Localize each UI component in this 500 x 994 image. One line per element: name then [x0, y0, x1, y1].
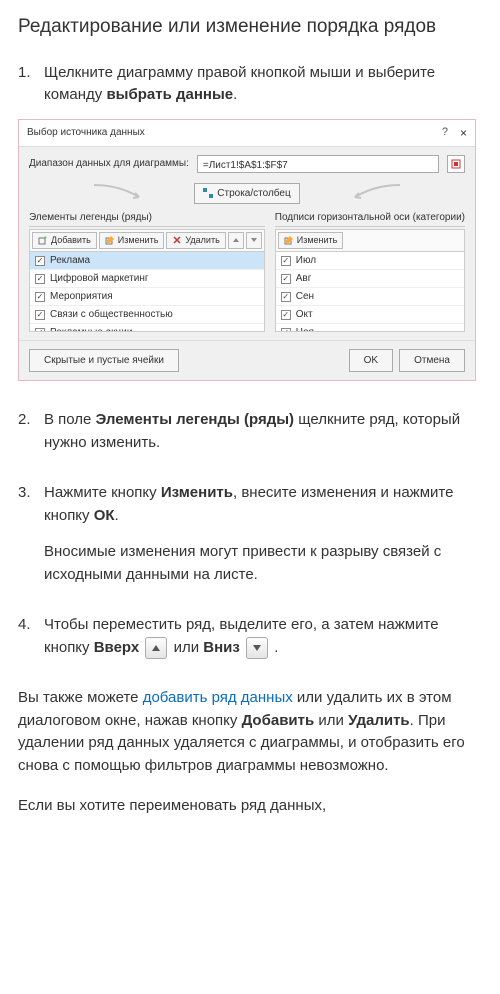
list-item-label: Мероприятия [50, 289, 113, 304]
list-item[interactable]: ✓ Июл [276, 252, 464, 270]
switch-row-column-button[interactable]: Строка/столбец [194, 183, 299, 204]
step-3-text-a: Нажмите кнопку [44, 484, 161, 501]
checkbox-icon[interactable]: ✓ [35, 274, 45, 284]
swap-arrow-right-icon [345, 183, 405, 203]
step-3-bold-ok: ОК [94, 507, 115, 524]
step-4-text-e: . [274, 639, 278, 656]
page-title: Редактирование или изменение порядка ряд… [18, 14, 482, 40]
legend-entries-list[interactable]: ✓ Реклама ✓ Цифровой маркетинг ✓ Мероприяти… [29, 252, 265, 332]
switch-row-column-label: Строка/столбец [217, 186, 290, 201]
svg-text:+: + [43, 235, 47, 242]
axis-labels-list[interactable]: ✓ Июл ✓ Авг ✓ Сен ✓ Окт ✓ Ноя [275, 252, 465, 332]
list-item[interactable]: ✓ Реклама [30, 252, 264, 270]
step-3-bold-edit: Изменить [161, 484, 233, 501]
triangle-up-icon [152, 645, 160, 651]
list-item[interactable]: ✓ Цифровой маркетинг [30, 270, 264, 288]
footer-p1-d: или [314, 712, 348, 729]
footer-p1-remove: Удалить [348, 712, 410, 729]
remove-series-label: Удалить [185, 234, 219, 248]
ok-button[interactable]: OK [349, 349, 393, 372]
list-item-label: Окт [296, 307, 313, 322]
dialog-titlebar: Выбор источника данных ? × [19, 120, 475, 147]
list-item[interactable]: ✓ Авг [276, 270, 464, 288]
dialog-title: Выбор источника данных [27, 125, 145, 140]
footer-p1-add: Добавить [242, 712, 315, 729]
list-item[interactable]: ✓ Ноя [276, 324, 464, 332]
step-4-text-c: или [174, 639, 204, 656]
edit-icon [284, 235, 294, 245]
cancel-button[interactable]: Отмена [399, 349, 465, 372]
checkbox-icon[interactable]: ✓ [35, 328, 45, 333]
checkbox-icon[interactable]: ✓ [35, 292, 45, 302]
step-3-text-e: . [115, 507, 119, 524]
list-item-label: Июл [296, 253, 316, 268]
step-2-bold: Элементы легенды (ряды) [96, 411, 294, 428]
list-item-label: Сен [296, 289, 314, 304]
select-data-source-dialog: Выбор источника данных ? × Диапазон данн… [18, 119, 476, 382]
legend-entries-header: Элементы легенды (ряды) [29, 210, 265, 227]
add-series-label: Добавить [51, 234, 91, 248]
triangle-up-icon [233, 238, 239, 242]
edit-icon [105, 235, 115, 245]
step-4-bold-up: Вверх [94, 639, 140, 656]
up-arrow-button[interactable] [145, 637, 167, 659]
list-item-label: Реклама [50, 253, 90, 268]
list-item[interactable]: ✓ Мероприятия [30, 288, 264, 306]
list-item-label: Связи с общественностью [50, 307, 173, 322]
footer-p1-a: Вы также можете [18, 689, 143, 706]
checkbox-icon[interactable]: ✓ [281, 310, 291, 320]
step-1-text-a: Щелкните диаграмму правой кнопкой мыши и… [44, 64, 435, 104]
checkbox-icon[interactable]: ✓ [281, 274, 291, 284]
edit-series-button[interactable]: Изменить [99, 232, 165, 250]
close-icon[interactable]: × [460, 124, 467, 142]
step-3-note: Вносимые изменения могут привести к разр… [44, 541, 482, 586]
help-icon[interactable]: ? [442, 124, 448, 141]
step-4: Чтобы переместить ряд, выделите его, а з… [18, 614, 482, 659]
edit-axis-button[interactable]: Изменить [278, 232, 344, 250]
checkbox-icon[interactable]: ✓ [281, 292, 291, 302]
remove-series-button[interactable]: Удалить [166, 232, 225, 250]
remove-icon [172, 235, 182, 245]
step-4-bold-down: Вниз [203, 639, 240, 656]
checkbox-icon[interactable]: ✓ [35, 310, 45, 320]
move-down-button[interactable] [246, 232, 262, 250]
edit-series-label: Изменить [118, 234, 159, 248]
checkbox-icon[interactable]: ✓ [281, 328, 291, 333]
step-1-bold: выбрать данные [106, 86, 233, 103]
step-2: В поле Элементы легенды (ряды) щелкните … [18, 409, 482, 454]
step-1-text-c: . [233, 86, 237, 103]
checkbox-icon[interactable]: ✓ [35, 256, 45, 266]
swap-arrow-left-icon [89, 183, 149, 203]
list-item[interactable]: ✓ Связи с общественностью [30, 306, 264, 324]
footer-paragraph-1: Вы также можете добавить ряд данных или … [18, 687, 482, 777]
step-2-text-a: В поле [44, 411, 96, 428]
add-series-button[interactable]: + Добавить [32, 232, 97, 250]
list-item-label: Ноя [296, 325, 314, 332]
list-item[interactable]: ✓ Сен [276, 288, 464, 306]
down-arrow-button[interactable] [246, 637, 268, 659]
list-item-label: Рекламные акции [50, 325, 132, 332]
hidden-empty-cells-button[interactable]: Скрытые и пустые ячейки [29, 349, 179, 372]
chart-range-input[interactable]: =Лист1!$A$1:$F$7 [197, 155, 439, 173]
step-3: Нажмите кнопку Изменить, внесите изменен… [18, 482, 482, 586]
list-item-label: Цифровой маркетинг [50, 271, 149, 286]
range-picker-icon [451, 159, 461, 169]
add-data-series-link[interactable]: добавить ряд данных [143, 689, 293, 706]
move-up-button[interactable] [228, 232, 244, 250]
footer-paragraph-2: Если вы хотите переименовать ряд данных, [18, 795, 482, 818]
axis-labels-header: Подписи горизонтальной оси (категории) [275, 210, 465, 227]
list-item-label: Авг [296, 271, 312, 286]
add-icon: + [38, 235, 48, 245]
step-1: Щелкните диаграмму правой кнопкой мыши и… [18, 62, 482, 382]
checkbox-icon[interactable]: ✓ [281, 256, 291, 266]
list-item[interactable]: ✓ Окт [276, 306, 464, 324]
range-picker-button[interactable] [447, 155, 465, 173]
edit-axis-label: Изменить [297, 234, 338, 248]
triangle-down-icon [253, 645, 261, 651]
triangle-down-icon [251, 238, 257, 242]
switch-icon [203, 188, 213, 198]
list-item[interactable]: ✓ Рекламные акции [30, 324, 264, 332]
chart-range-label: Диапазон данных для диаграммы: [29, 156, 189, 171]
